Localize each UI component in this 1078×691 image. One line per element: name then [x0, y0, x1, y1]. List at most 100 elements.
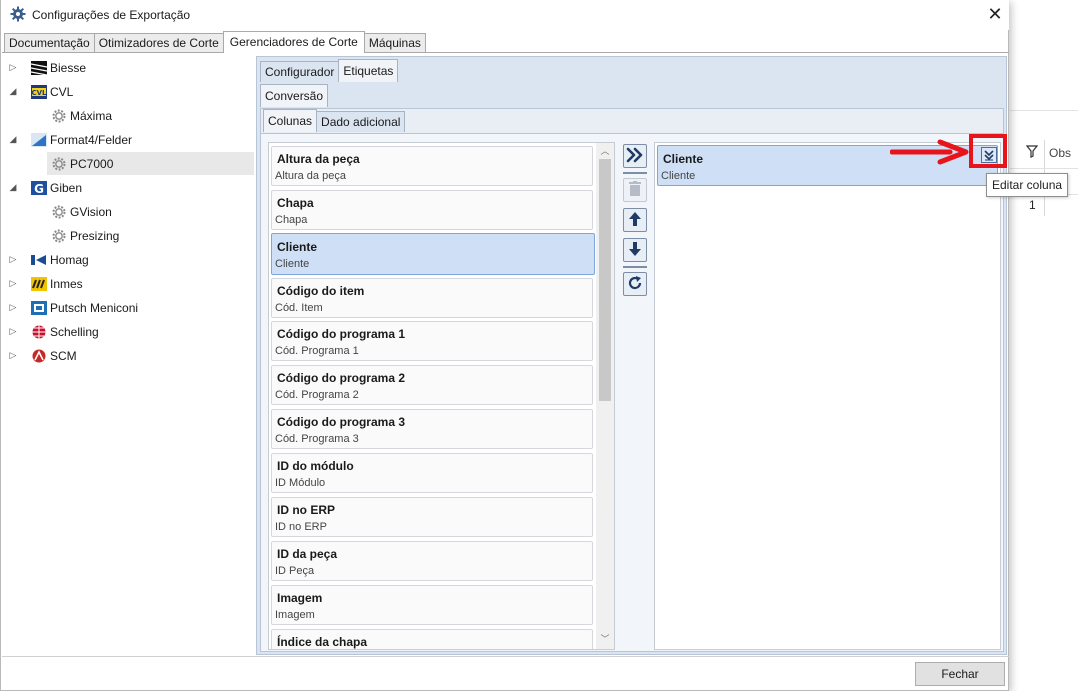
- tree-item-presizing[interactable]: Presizing: [4, 224, 254, 247]
- add-all-button[interactable]: [623, 144, 647, 168]
- item-subtitle: Altura da peça: [275, 170, 346, 182]
- tree-item-label: Format4/Felder: [50, 132, 133, 147]
- list-item[interactable]: ID do módulo ID Módulo: [271, 453, 593, 493]
- tree-item-scm[interactable]: ▷ SCM: [4, 344, 254, 367]
- expand-icon[interactable]: ▷: [8, 254, 18, 265]
- gear-icon: [51, 228, 67, 244]
- svg-text:G: G: [34, 182, 44, 195]
- tree-item-biesse[interactable]: ▷ Biesse: [4, 56, 254, 79]
- list-item[interactable]: ID no ERP ID no ERP: [271, 497, 593, 537]
- tree-item-giben[interactable]: ◢ G Giben: [4, 176, 254, 199]
- tree-item-pc7000[interactable]: PC7000: [47, 152, 254, 175]
- cvl-logo-icon: CVL: [31, 84, 47, 99]
- tree-item-putsch-meniconi[interactable]: ▷ Putsch Meniconi: [4, 296, 254, 319]
- expand-icon[interactable]: ▷: [8, 350, 18, 361]
- item-subtitle: Cód. Programa 1: [275, 345, 359, 357]
- tree-item-label: Biesse: [50, 60, 87, 75]
- gear-icon: [51, 156, 67, 172]
- annotation-arrow-icon: [890, 139, 969, 165]
- tab-colunas[interactable]: Colunas: [263, 109, 318, 132]
- tree-item-label: Homag: [50, 252, 89, 267]
- item-subtitle: ID no ERP: [275, 521, 327, 533]
- tree-item-cvl[interactable]: ◢ CVL CVL: [4, 80, 254, 103]
- list-item[interactable]: Chapa Chapa: [271, 190, 593, 230]
- item-title: Imagem: [277, 591, 323, 605]
- list-item[interactable]: Índice da chapa: [271, 629, 593, 649]
- tree-item-format4-felder[interactable]: ◢ Format4/Felder: [4, 128, 254, 151]
- collapse-icon[interactable]: ◢: [8, 134, 18, 145]
- expand-icon[interactable]: ▷: [8, 326, 18, 337]
- item-title: Cliente: [663, 152, 704, 166]
- top-tabs: Documentação Otimizadores de Corte Geren…: [4, 31, 426, 53]
- item-subtitle: ID Módulo: [275, 477, 326, 489]
- move-up-button[interactable]: [623, 208, 647, 232]
- tree-item-label: SCM: [50, 348, 77, 363]
- panel-tabs: Configurador Etiquetas: [260, 59, 399, 82]
- export-settings-dialog: Configurações de Exportação ✕ Documentaç…: [0, 0, 1009, 691]
- item-title: Código do programa 1: [277, 327, 406, 341]
- selected-columns-list[interactable]: Cliente Cliente: [654, 142, 1001, 650]
- tabs-divider: [2, 52, 1009, 53]
- tab-configurador[interactable]: Configurador: [260, 61, 340, 82]
- tree-item-gvision[interactable]: GVision: [4, 200, 254, 223]
- close-button[interactable]: ✕: [981, 2, 1009, 28]
- expand-icon[interactable]: ▷: [8, 302, 18, 313]
- close-dialog-button[interactable]: Fechar: [915, 662, 1005, 686]
- tab-maquinas[interactable]: Máquinas: [363, 33, 426, 53]
- filter-icon[interactable]: [1022, 144, 1042, 164]
- tree-item-label: PC7000: [70, 156, 114, 171]
- item-title: Chapa: [277, 196, 314, 210]
- bg-row-divider: [1010, 168, 1078, 169]
- move-down-button[interactable]: [623, 238, 647, 262]
- item-subtitle: Cód. Item: [275, 302, 323, 314]
- scroll-up-icon[interactable]: ︿: [596, 145, 614, 157]
- tab-otimizadores-de-corte[interactable]: Otimizadores de Corte: [93, 33, 224, 53]
- list-item-selected[interactable]: Cliente Cliente: [271, 233, 595, 275]
- putsch-logo-icon: [31, 300, 47, 315]
- list-item[interactable]: Código do programa 2 Cód. Programa 2: [271, 365, 593, 405]
- list-item[interactable]: Altura da peça Altura da peça: [271, 146, 593, 186]
- tree-item-homag[interactable]: ▷ Homag: [4, 248, 254, 271]
- tree-item-label: CVL: [50, 84, 74, 99]
- button-separator: [623, 266, 647, 268]
- scroll-down-icon[interactable]: ﹀: [596, 633, 614, 645]
- arrow-up-icon: [628, 211, 642, 230]
- tree-item-inmes[interactable]: ▷ Inmes: [4, 272, 254, 295]
- collapse-icon[interactable]: ◢: [8, 86, 18, 97]
- conversion-panel: Colunas Dado adicional Altura da peça Al…: [260, 108, 1004, 652]
- item-title: Cliente: [277, 240, 318, 254]
- machine-tree: ▷ Biesse ◢ CVL CVL Máxima ◢ Format4/Feld…: [4, 56, 256, 656]
- list-item[interactable]: Código do programa 3 Cód. Programa 3: [271, 409, 593, 449]
- tree-item-label: Schelling: [50, 324, 99, 339]
- collapse-icon[interactable]: ◢: [8, 182, 18, 193]
- conversion-tabs: Conversão: [260, 84, 329, 107]
- tab-gerenciadores-de-corte[interactable]: Gerenciadores de Corte: [222, 31, 365, 53]
- tree-item-schelling[interactable]: ▷ Schelling: [4, 320, 254, 343]
- tree-item-maxima[interactable]: Máxima: [4, 104, 254, 127]
- tab-documentacao[interactable]: Documentação: [4, 33, 95, 53]
- biesse-logo-icon: [30, 60, 48, 76]
- list-item[interactable]: ID da peça ID Peça: [271, 541, 593, 581]
- delete-button[interactable]: [623, 178, 647, 202]
- columns-panel: Altura da peça Altura da peça Chapa Chap…: [261, 133, 1003, 651]
- tab-conversao[interactable]: Conversão: [260, 84, 329, 107]
- delete-icon: [628, 180, 642, 200]
- expand-icon[interactable]: ▷: [8, 278, 18, 289]
- expand-icon[interactable]: ▷: [8, 62, 18, 73]
- list-item[interactable]: Código do item Cód. Item: [271, 278, 593, 318]
- refresh-button[interactable]: [623, 272, 647, 296]
- list-item[interactable]: Imagem Imagem: [271, 585, 593, 625]
- tab-etiquetas[interactable]: Etiquetas: [338, 59, 399, 82]
- available-columns-list[interactable]: Altura da peça Altura da peça Chapa Chap…: [268, 142, 615, 650]
- footer-divider: [2, 656, 1009, 657]
- giben-logo-icon: G: [31, 180, 47, 196]
- button-separator: [623, 172, 647, 174]
- vertical-scrollbar[interactable]: ︿ ﹀: [596, 143, 614, 649]
- item-subtitle: Cliente: [661, 170, 696, 182]
- list-item[interactable]: Código do programa 1 Cód. Programa 1: [271, 321, 593, 361]
- bg-column-header-obs[interactable]: Obs: [1049, 146, 1071, 160]
- arrow-down-icon: [628, 241, 642, 260]
- item-subtitle: Cód. Programa 2: [275, 389, 359, 401]
- scroll-thumb[interactable]: [599, 159, 611, 401]
- tab-dado-adicional[interactable]: Dado adicional: [316, 111, 406, 132]
